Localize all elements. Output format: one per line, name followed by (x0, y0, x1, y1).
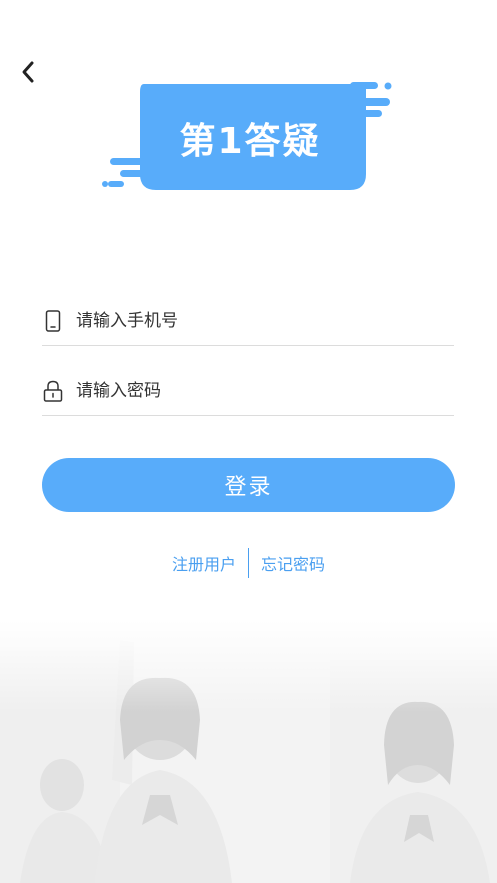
auth-links: 注册用户 忘记密码 (0, 548, 497, 578)
logo-text: 第1答疑 (179, 121, 321, 162)
forgot-password-link[interactable]: 忘记密码 (261, 551, 325, 575)
phone-input[interactable] (76, 311, 454, 331)
phone-field[interactable] (42, 297, 454, 346)
login-button[interactable]: 登录 (42, 458, 455, 512)
app-logo: 第1答疑 (100, 78, 400, 198)
lock-icon (42, 380, 64, 402)
background-students-image (0, 620, 497, 883)
back-button[interactable] (14, 58, 42, 86)
password-input[interactable] (76, 381, 454, 401)
link-divider (248, 548, 249, 578)
chevron-left-icon (22, 61, 34, 83)
register-link[interactable]: 注册用户 (172, 551, 236, 575)
phone-icon (42, 310, 64, 332)
password-field[interactable] (42, 367, 454, 416)
